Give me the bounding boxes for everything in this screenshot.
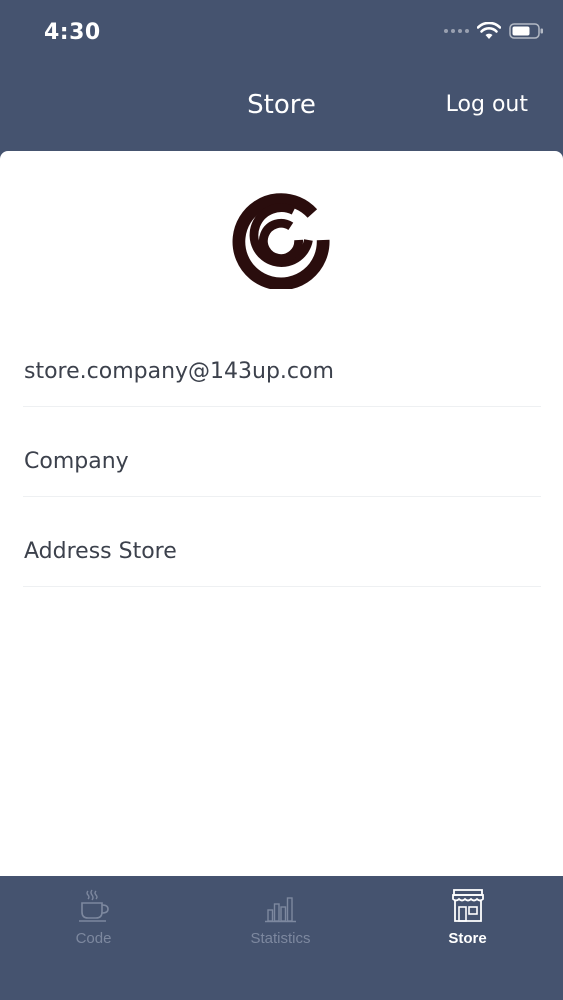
email-field[interactable]: store.company@143up.com — [23, 319, 541, 407]
bar-chart-icon — [264, 897, 296, 923]
tab-statistics-label: Statistics — [250, 930, 311, 947]
cellular-signal-icon — [444, 29, 469, 33]
wifi-icon — [477, 22, 501, 39]
store-profile-card: store.company@143up.com Company Address … — [0, 151, 563, 876]
address-value: Address Store — [24, 539, 177, 564]
tab-store-label: Store — [448, 930, 487, 947]
address-field[interactable]: Address Store — [23, 499, 541, 587]
tab-statistics[interactable]: Statistics — [187, 876, 374, 1000]
spiral-c-logo — [232, 193, 330, 289]
storefront-icon — [451, 889, 484, 922]
company-value: Company — [24, 449, 129, 474]
log-out-button[interactable]: Log out — [446, 92, 528, 117]
status-icons — [444, 22, 545, 40]
status-bar: 4:30 — [0, 0, 563, 70]
status-time: 4:30 — [44, 20, 101, 45]
tab-code-label: Code — [75, 930, 112, 947]
tab-code[interactable]: Code — [0, 876, 187, 1000]
navigation-bar: Store Log out — [0, 70, 563, 150]
tab-store[interactable]: Store — [374, 876, 561, 1000]
app-screen: 4:30 Store Log out store.company@143up.c… — [0, 0, 563, 1000]
battery-icon — [509, 23, 543, 39]
tab-bar: Code Statistics Store — [0, 876, 563, 1000]
email-value: store.company@143up.com — [24, 359, 334, 384]
coffee-cup-icon — [78, 889, 109, 922]
company-field[interactable]: Company — [23, 409, 541, 497]
